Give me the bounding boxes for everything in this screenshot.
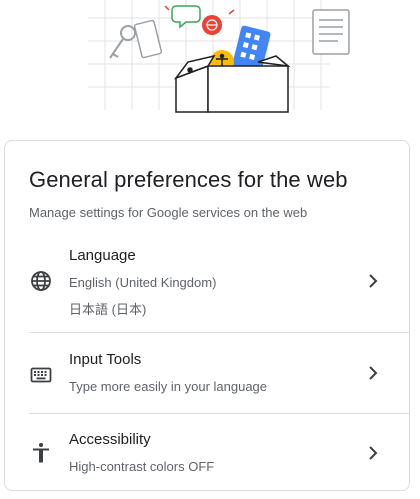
card-shape — [133, 19, 163, 59]
globe-icon — [31, 271, 51, 291]
language-value-2: 日本語 (日本) — [69, 302, 147, 317]
key-icon — [109, 25, 136, 59]
divider — [29, 332, 409, 333]
language-value-1: English (United Kingdom) — [69, 275, 217, 290]
general-preferences-card: General preferences for the web Manage s… — [4, 140, 410, 491]
accessibility-icon — [33, 443, 49, 463]
header-illustration — [88, 0, 350, 113]
card-title: General preferences for the web — [29, 167, 348, 192]
accessibility-row[interactable]: Accessibility High-contrast colors OFF — [29, 429, 411, 489]
input-tools-title: Input Tools — [69, 351, 142, 368]
accessibility-title: Accessibility — [69, 431, 151, 448]
notepad-icon — [312, 9, 350, 55]
keyboard-icon — [30, 367, 52, 383]
chevron-right-icon — [369, 366, 378, 380]
input-tools-description: Type more easily in your language — [69, 379, 268, 394]
page: General preferences for the web Manage s… — [0, 0, 420, 499]
input-tools-row[interactable]: Input Tools Type more easily in your lan… — [29, 349, 411, 413]
accessibility-description: High-contrast colors OFF — [69, 459, 215, 474]
language-row[interactable]: Language English (United Kingdom) 日本語 (日… — [29, 245, 411, 333]
card-subtitle: Manage settings for Google services on t… — [29, 205, 308, 220]
chevron-right-icon — [369, 274, 378, 288]
divider — [29, 413, 409, 414]
language-title: Language — [69, 247, 136, 264]
chevron-right-icon — [369, 446, 378, 460]
